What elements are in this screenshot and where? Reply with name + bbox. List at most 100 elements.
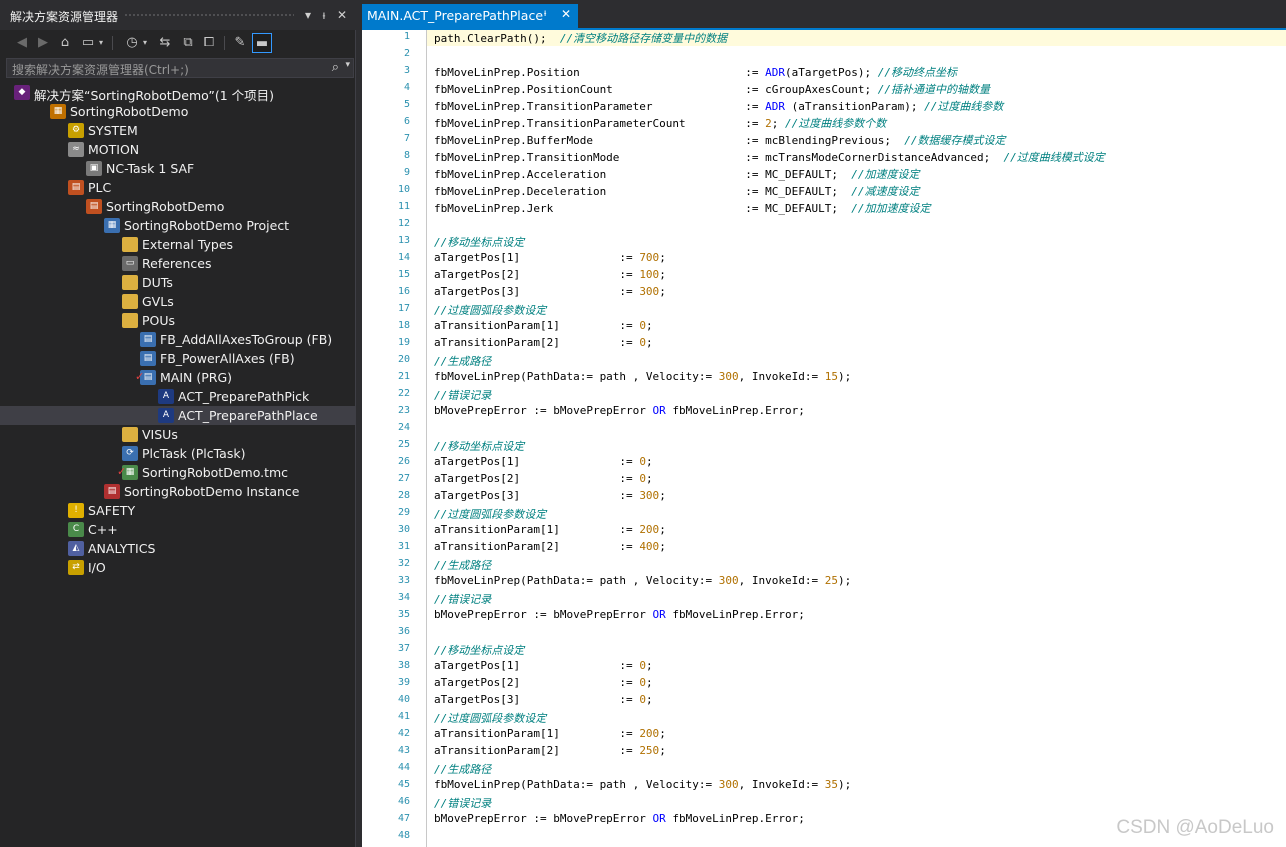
code-number: 300	[639, 285, 660, 298]
code-line: //生成路径	[434, 557, 491, 573]
toolbar-separator	[224, 36, 225, 50]
tree-item[interactable]: ▷▭References	[0, 254, 355, 273]
tree-item[interactable]: ▦ ✓ SortingRobotDemo.tmc	[0, 463, 355, 482]
code-text: fbMoveLinPrep.TransitionMode := mcTransM…	[434, 151, 1004, 164]
switch-views-dropdown-icon[interactable]: ▾	[96, 33, 106, 53]
tree-item[interactable]: A ACT_PreparePathPlace	[0, 406, 355, 425]
code-text: ;	[659, 268, 666, 281]
close-icon[interactable]: ✕	[334, 6, 350, 24]
code-number: 2	[765, 117, 772, 130]
instance-icon: ▤	[104, 484, 120, 499]
code-text: aTargetPos[3] :=	[434, 285, 640, 298]
switch-views-icon[interactable]: ▭	[78, 33, 98, 53]
code-comment: //加速度设定	[851, 168, 920, 181]
line-number: 13	[397, 235, 410, 246]
tree-item[interactable]: ◢▦SortingRobotDemo Project	[0, 216, 355, 235]
tree-item[interactable]: ▷⇄I/O	[0, 558, 355, 577]
code-text: (aTargetPos);	[785, 66, 878, 79]
preview-selected-items-icon[interactable]: ▬	[252, 33, 272, 53]
tree-item[interactable]: ▷GVLs	[0, 292, 355, 311]
tree-item[interactable]: ▤ FB_PowerAllAxes (FB)	[0, 349, 355, 368]
tree-item[interactable]: ◆ 解决方案“SortingRobotDemo”(1 个项目)	[0, 83, 355, 103]
back-icon[interactable]: ◀	[12, 33, 32, 53]
system-icon: ⚙	[68, 123, 84, 138]
code-editor[interactable]: 1 2 3 4 5 6 7 8 9 10 11 12 13 14 15 16 17 18 19 20 21 22 23 24 2…	[362, 30, 1286, 847]
tree-item[interactable]: ◢▤SortingRobotDemo	[0, 197, 355, 216]
tree-item-label: SortingRobotDemo	[70, 104, 189, 119]
sync-icon[interactable]: ⇆	[155, 33, 175, 53]
tree-item[interactable]: ▷▤SortingRobotDemo Instance	[0, 482, 355, 501]
code-comment: //错误记录	[434, 593, 492, 606]
tree-item[interactable]: ▤ FB_AddAllAxesToGroup (FB)	[0, 330, 355, 349]
tree-item-label: ANALYTICS	[88, 541, 156, 556]
code-text: ;	[645, 319, 653, 332]
code-line: fbMoveLinPrep.TransitionMode := mcTransM…	[434, 149, 1105, 165]
code-number: 300	[718, 574, 739, 587]
tree-item-label: NC-Task 1 SAF	[106, 161, 195, 176]
line-number: 33	[397, 575, 410, 586]
code-text: ;	[645, 455, 653, 468]
code-text: aTargetPos[3] :=	[434, 489, 640, 502]
code-line: aTargetPos[2] := 0;	[434, 472, 653, 485]
tree-item[interactable]: C C++	[0, 520, 355, 539]
tree-item[interactable]: ◢≈MOTION	[0, 140, 355, 159]
tree-item[interactable]: A ACT_PreparePathPick	[0, 387, 355, 406]
search-options-dropdown-icon[interactable]: ▾	[345, 60, 350, 70]
code-line: aTransitionParam[2] := 250;	[434, 744, 666, 757]
tree-item[interactable]: ▷⚙SYSTEM	[0, 121, 355, 140]
line-number: 6	[403, 116, 410, 127]
code-text: bMovePrepError := bMovePrepError	[434, 404, 653, 417]
code-keyword: OR	[652, 404, 666, 417]
checkout-check-icon: ✓	[135, 370, 145, 383]
code-text: aTransitionParam[1] :=	[434, 727, 640, 740]
show-all-files-icon[interactable]: ⧠	[199, 33, 219, 53]
tree-item[interactable]: ▷▣NC-Task 1 SAF	[0, 159, 355, 178]
tree-item-label: FB_PowerAllAxes (FB)	[160, 351, 295, 366]
properties-wrench-icon[interactable]: ✎	[230, 33, 250, 53]
tree-item[interactable]: ◢▤✓MAIN (PRG)	[0, 368, 355, 387]
tab-label: MAIN.ACT_PreparePathPlace	[367, 8, 544, 23]
pin-icon[interactable]: ᵼ	[316, 6, 332, 24]
collapse-all-icon[interactable]: ⧉	[178, 33, 198, 53]
tree-item-label: ACT_PreparePathPlace	[178, 408, 318, 423]
tab-close-icon[interactable]: ✕	[561, 7, 571, 21]
search-input[interactable]: 搜索解决方案资源管理器(Ctrl+;) ⌕ ▾	[6, 58, 354, 78]
search-icon[interactable]: ⌕	[332, 60, 339, 75]
analytics-icon: ◭	[68, 541, 84, 556]
code-text: fbMoveLinPrep(PathData:= path , Velocity…	[434, 778, 719, 791]
tab-main-act-preparepathplace[interactable]: MAIN.ACT_PreparePathPlace ᵼ ✕	[362, 4, 578, 28]
tree-item-label: PlcTask (PlcTask)	[142, 446, 246, 461]
code-comment: //移动坐标点设定	[434, 236, 525, 249]
code-text: ;	[645, 659, 653, 672]
tree-item[interactable]: ◢▤PLC	[0, 178, 355, 197]
pending-changes-icon[interactable]: ◷	[122, 33, 142, 53]
panel-options-icon[interactable]: ▾	[300, 6, 316, 24]
tab-pin-icon[interactable]: ᵼ	[544, 8, 546, 19]
tree-item[interactable]: ▷External Types	[0, 235, 355, 254]
tree-item-label: SortingRobotDemo Project	[124, 218, 290, 233]
tree-item[interactable]: VISUs	[0, 425, 355, 444]
code-number: 0	[639, 319, 646, 332]
home-icon[interactable]: ⌂	[55, 33, 75, 53]
tree-item[interactable]: ◢▦SortingRobotDemo	[0, 102, 355, 121]
code-line: fbMoveLinPrep(PathData:= path , Velocity…	[434, 370, 851, 383]
tree-item[interactable]: ▷⟳PlcTask (PlcTask)	[0, 444, 355, 463]
tree-item[interactable]: ! SAFETY	[0, 501, 355, 520]
tree-item[interactable]: ◭ ANALYTICS	[0, 539, 355, 558]
forward-icon[interactable]: ▶	[33, 33, 53, 53]
code-text: aTransitionParam[2] :=	[434, 744, 640, 757]
line-number: 20	[397, 354, 410, 365]
folder-icon	[122, 237, 138, 252]
document-tab-strip: MAIN.ACT_PreparePathPlace ᵼ ✕	[357, 0, 1286, 30]
tree-item[interactable]: DUTs	[0, 273, 355, 292]
code-text: ;	[659, 523, 666, 536]
pending-changes-dropdown-icon[interactable]: ▾	[140, 33, 150, 53]
tree-item[interactable]: ◢POUs	[0, 311, 355, 330]
code-line: aTargetPos[1] := 0;	[434, 455, 653, 468]
line-number: 34	[397, 592, 410, 603]
line-number: 22	[397, 388, 410, 399]
code-comment: //插补通道中的轴数量	[877, 83, 990, 96]
tree-item-label: References	[142, 256, 212, 271]
title-bar-grip[interactable]	[124, 13, 294, 18]
line-number: 27	[397, 473, 410, 484]
